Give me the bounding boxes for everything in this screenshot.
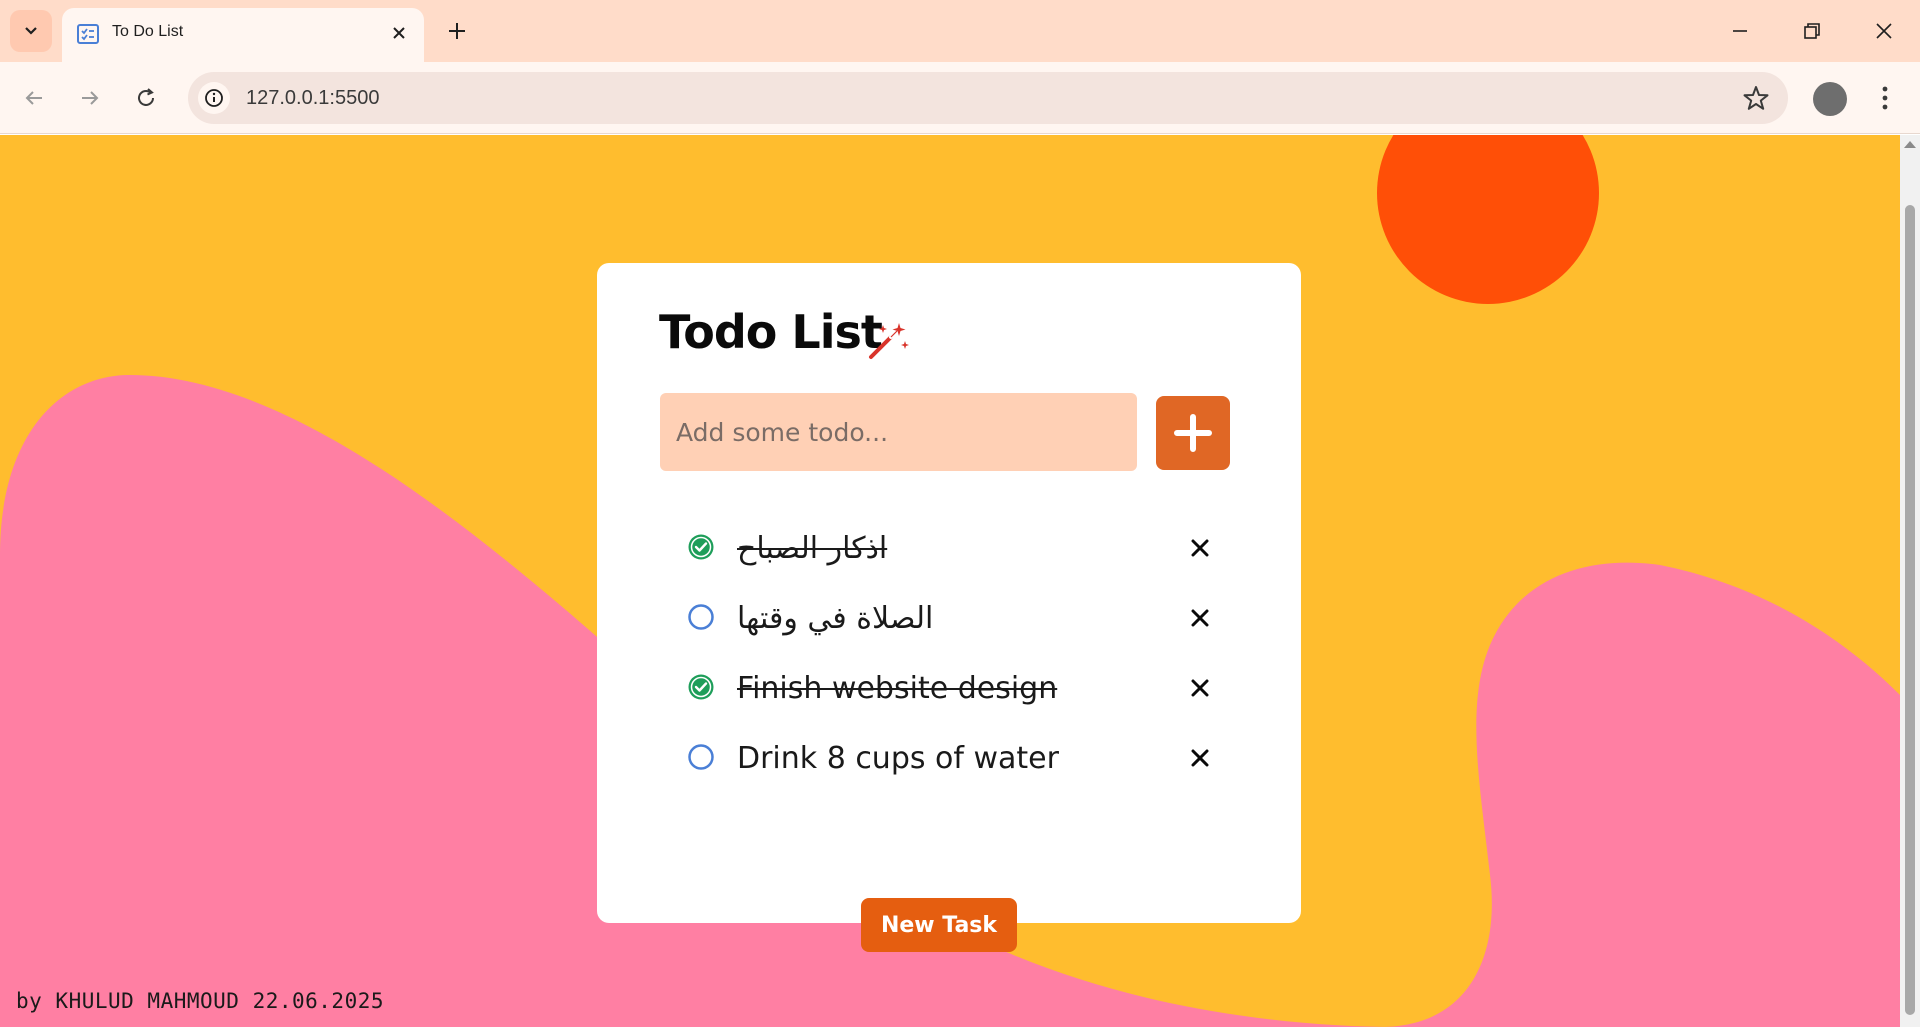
browser-tab[interactable]: To Do List	[62, 8, 424, 62]
more-vert-icon	[1882, 86, 1888, 110]
app-title: Todo List	[659, 305, 883, 359]
forward-button[interactable]	[70, 78, 110, 118]
plus-icon	[1174, 414, 1212, 452]
close-icon	[1876, 23, 1892, 39]
todo-list: اذكار الصباح الصلاة في وقتها Finish webs…	[687, 531, 1227, 813]
todo-item[interactable]: Finish website design	[687, 671, 1227, 743]
footer-credit: by KHULUD MAHMOUD 22.06.2025	[16, 989, 385, 1013]
checklist-icon	[77, 24, 99, 44]
browser-toolbar: 127.0.0.1:5500	[0, 62, 1920, 134]
delete-todo-button[interactable]	[1187, 535, 1213, 561]
circle-icon[interactable]	[687, 743, 715, 771]
todo-card: Todo List اذكار الصباح	[597, 263, 1301, 923]
profile-avatar[interactable]	[1813, 82, 1847, 116]
restore-button[interactable]	[1784, 8, 1840, 54]
tab-title: To Do List	[112, 23, 184, 40]
close-icon	[1191, 679, 1209, 697]
site-info-button[interactable]	[198, 82, 230, 114]
minimize-button[interactable]	[1712, 8, 1768, 54]
delete-todo-button[interactable]	[1187, 745, 1213, 771]
star-icon[interactable]	[1742, 84, 1770, 112]
reload-button[interactable]	[126, 78, 166, 118]
arrow-right-icon	[82, 91, 99, 105]
back-button[interactable]	[14, 78, 54, 118]
close-icon	[393, 27, 405, 39]
tab-close-button[interactable]	[384, 18, 414, 48]
add-todo-button[interactable]	[1156, 396, 1230, 470]
close-icon	[1191, 539, 1209, 557]
url-text[interactable]: 127.0.0.1:5500	[246, 87, 379, 110]
check-circle-icon[interactable]	[687, 533, 715, 561]
arrow-left-icon	[25, 91, 42, 105]
circle-icon[interactable]	[687, 603, 715, 631]
todo-item[interactable]: اذكار الصباح	[687, 531, 1227, 603]
todo-input[interactable]	[660, 393, 1137, 471]
todo-text: Drink 8 cups of water	[737, 741, 1059, 776]
page-viewport: Todo List اذكار الصباح	[0, 135, 1900, 1027]
info-icon	[205, 89, 223, 107]
todo-text: الصلاة في وقتها	[737, 601, 934, 636]
tab-search-button[interactable]	[10, 10, 52, 52]
tab-bar: To Do List	[0, 0, 1920, 62]
delete-todo-button[interactable]	[1187, 605, 1213, 631]
close-window-button[interactable]	[1856, 8, 1912, 54]
sun-shape	[1377, 135, 1599, 304]
close-icon	[1191, 749, 1209, 767]
page-scrollbar[interactable]	[1900, 135, 1920, 1027]
minimize-icon	[1733, 30, 1747, 32]
restore-icon	[1804, 23, 1820, 39]
pink-wave-shape	[1380, 562, 1900, 1027]
new-task-button[interactable]: New Task	[861, 898, 1017, 952]
browser-menu-button[interactable]	[1870, 78, 1900, 118]
delete-todo-button[interactable]	[1187, 675, 1213, 701]
scroll-up-arrow-icon[interactable]	[1904, 141, 1916, 148]
reload-icon	[138, 88, 154, 106]
new-tab-button[interactable]	[440, 14, 474, 48]
todo-text: Finish website design	[737, 671, 1058, 706]
chevron-down-icon	[25, 27, 37, 35]
magic-wand-icon	[869, 323, 909, 359]
scroll-thumb[interactable]	[1905, 205, 1915, 1015]
check-circle-icon[interactable]	[687, 673, 715, 701]
todo-item[interactable]: Drink 8 cups of water	[687, 741, 1227, 813]
plus-icon	[449, 23, 465, 39]
todo-text: اذكار الصباح	[737, 531, 888, 566]
todo-item[interactable]: الصلاة في وقتها	[687, 601, 1227, 673]
close-icon	[1191, 609, 1209, 627]
address-bar[interactable]: 127.0.0.1:5500	[188, 72, 1788, 124]
